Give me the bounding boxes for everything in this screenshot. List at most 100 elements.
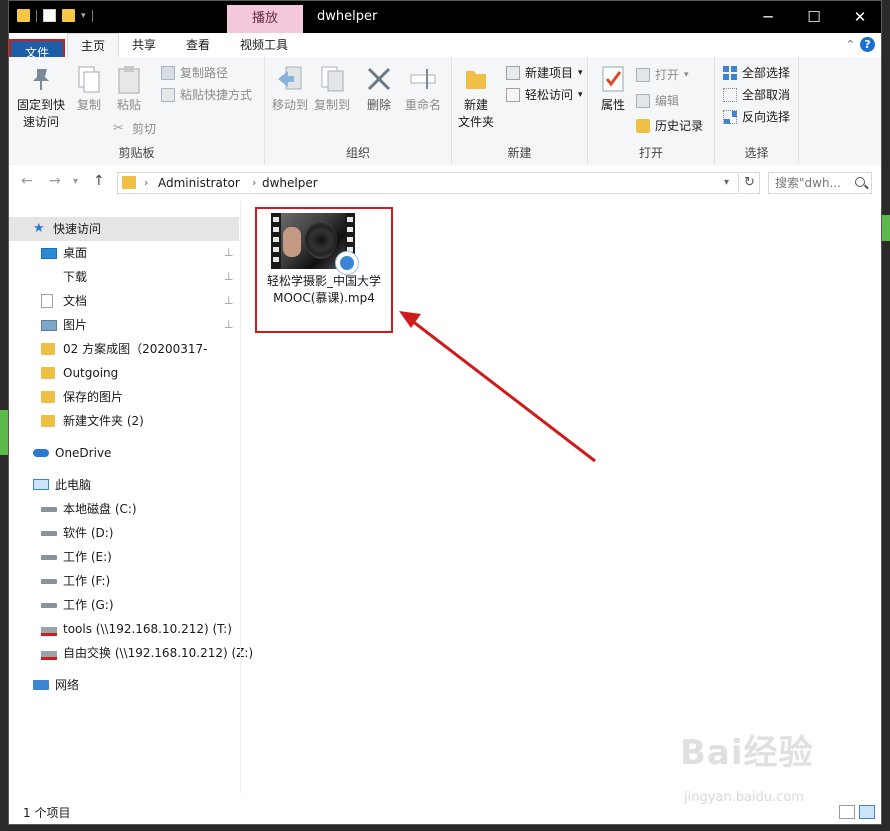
breadcrumb-item[interactable]: dwhelper: [262, 173, 318, 193]
nav-item[interactable]: 文档 ⊥: [9, 289, 239, 313]
paste-button[interactable]: 粘贴: [111, 65, 147, 114]
pin-icon[interactable]: ⊥: [224, 313, 234, 337]
nav-item[interactable]: OneDrive: [9, 441, 239, 465]
rename-button[interactable]: 重命名: [401, 65, 445, 114]
pin-icon[interactable]: ⊥: [224, 265, 234, 289]
nav-label: 软件 (D:): [63, 526, 114, 540]
nav-label: 工作 (F:): [63, 574, 111, 588]
invert-selection-button[interactable]: 反向选择: [723, 107, 790, 127]
easy-access-label: 轻松访问: [525, 88, 574, 102]
copy-path-button[interactable]: 复制路径: [161, 63, 228, 83]
background-green-strip: [0, 410, 8, 455]
nav-item[interactable]: 此电脑: [9, 473, 239, 497]
nav-item[interactable]: 软件 (D:): [9, 521, 239, 545]
pin-icon[interactable]: ⊥: [224, 289, 234, 313]
copy-button[interactable]: 复制: [71, 65, 107, 114]
nav-item[interactable]: 本地磁盘 (C:): [9, 497, 239, 521]
pin-quick-access-button[interactable]: 固定到快 速访问: [13, 65, 69, 131]
up-arrow-icon[interactable]: ↑: [93, 173, 105, 189]
folder-icon: [41, 367, 55, 379]
chevron-right-icon[interactable]: ›: [252, 173, 256, 193]
back-arrow-icon[interactable]: ←: [21, 173, 33, 189]
new-item-icon: [506, 66, 520, 80]
cut-button[interactable]: ✂ 剪切: [113, 119, 156, 139]
open-button[interactable]: 打开 ▾: [636, 65, 689, 85]
nav-item[interactable]: Outgoing: [9, 361, 239, 385]
move-to-button[interactable]: 移动到: [269, 65, 311, 114]
nav-label: 下载: [63, 270, 88, 284]
folder-icon: [41, 343, 55, 355]
move-to-icon: [276, 65, 304, 93]
history-button[interactable]: 历史记录: [636, 116, 703, 136]
edit-icon: [636, 94, 650, 108]
nav-item[interactable]: 网络: [9, 673, 239, 697]
easy-access-button[interactable]: 轻松访问 ▾: [506, 85, 583, 105]
new-item-button[interactable]: 新建项目 ▾: [506, 63, 583, 83]
nav-item[interactable]: 工作 (G:): [9, 593, 239, 617]
paste-shortcut-label: 粘贴快捷方式: [180, 88, 253, 102]
chevron-down-icon[interactable]: ▾: [81, 11, 86, 21]
chevron-down-icon[interactable]: ▾: [73, 176, 78, 187]
nav-item[interactable]: tools (\\192.168.10.212) (T:): [9, 617, 239, 641]
search-input[interactable]: 搜索"dwh...: [768, 172, 872, 194]
nav-label: 自由交换 (\\192.168.10.212) (Z:): [63, 646, 254, 660]
nav-label: 文档: [63, 294, 88, 308]
properties-icon[interactable]: [43, 9, 56, 22]
delete-button[interactable]: 删除: [361, 65, 397, 114]
new-folder-button[interactable]: 新建 文件夹: [456, 65, 496, 131]
nav-label: OneDrive: [55, 446, 112, 460]
properties-button[interactable]: 属性: [592, 65, 634, 114]
paste-shortcut-button[interactable]: 粘贴快捷方式: [161, 85, 252, 105]
group-organize: 移动到 复制到 删除 重命名 组织: [265, 57, 452, 165]
details-view-icon[interactable]: [839, 805, 855, 819]
refresh-button[interactable]: ↻: [740, 172, 760, 194]
group-label-new: 新建: [507, 146, 532, 160]
nav-item[interactable]: 图片 ⊥: [9, 313, 239, 337]
drive-icon: [41, 579, 57, 584]
address-input[interactable]: › Administrator › dwhelper ▾: [117, 172, 739, 194]
copy-path-icon: [161, 66, 175, 80]
nav-item[interactable]: 02 方案成图（20200317-: [9, 337, 239, 361]
tab-view[interactable]: 查看: [175, 33, 221, 57]
chevron-down-icon: ▾: [578, 68, 583, 78]
invert-selection-label: 反向选择: [742, 110, 791, 124]
collapse-ribbon-icon[interactable]: ⌃: [846, 38, 855, 51]
context-tab-play[interactable]: 播放: [227, 5, 303, 33]
select-none-button[interactable]: 全部取消: [723, 85, 790, 105]
help-icon[interactable]: ?: [860, 37, 875, 52]
tab-home[interactable]: 主页: [67, 33, 119, 58]
nav-item[interactable]: 新建文件夹 (2): [9, 409, 239, 433]
nav-item[interactable]: 工作 (F:): [9, 569, 239, 593]
copy-to-button[interactable]: 复制到: [311, 65, 353, 114]
delete-icon: [365, 65, 393, 93]
close-button[interactable]: ✕: [837, 1, 881, 33]
forward-arrow-icon[interactable]: →: [49, 173, 61, 189]
edit-button[interactable]: 编辑: [636, 91, 679, 111]
maximize-button[interactable]: ☐: [791, 1, 837, 33]
navigation-pane: ★ 快速访问 桌面 ⊥ 下载 ⊥ 文档 ⊥ 图片 ⊥ 02 方案成图（20200317- Outg…: [9, 213, 253, 793]
group-label-open: 打开: [638, 146, 663, 160]
properties-icon: [599, 65, 627, 93]
large-icons-view-icon[interactable]: [859, 805, 875, 819]
nav-quick-access[interactable]: ★ 快速访问: [9, 217, 239, 241]
nav-item[interactable]: 工作 (E:): [9, 545, 239, 569]
breadcrumb-item[interactable]: Administrator: [158, 173, 240, 193]
new-folder-icon[interactable]: [62, 9, 75, 22]
nav-item[interactable]: 自由交换 (\\192.168.10.212) (Z:): [9, 641, 253, 665]
chevron-right-icon[interactable]: ›: [144, 173, 148, 193]
chevron-down-icon[interactable]: ▾: [724, 173, 729, 193]
nav-item[interactable]: 桌面 ⊥: [9, 241, 239, 265]
tab-video-tools[interactable]: 视频工具: [229, 33, 299, 57]
select-all-button[interactable]: 全部选择: [723, 63, 790, 83]
tab-share[interactable]: 共享: [121, 33, 167, 57]
nav-item[interactable]: 下载 ⊥: [9, 265, 239, 289]
minimize-button[interactable]: ─: [745, 1, 791, 33]
nav-item[interactable]: 保存的图片: [9, 385, 239, 409]
rename-icon: [409, 65, 437, 93]
nav-label: Outgoing: [63, 366, 119, 380]
explorer-window: ▾ 播放 dwhelper ─ ☐ ✕ 文件 主页 共享 查看 视频工具 ⌃ ?…: [8, 0, 882, 825]
quick-access-toolbar: ▾: [17, 9, 93, 22]
folder-icon: [41, 391, 55, 403]
pin-icon[interactable]: ⊥: [224, 241, 234, 265]
group-label-clipboard: 剪贴板: [118, 146, 155, 160]
